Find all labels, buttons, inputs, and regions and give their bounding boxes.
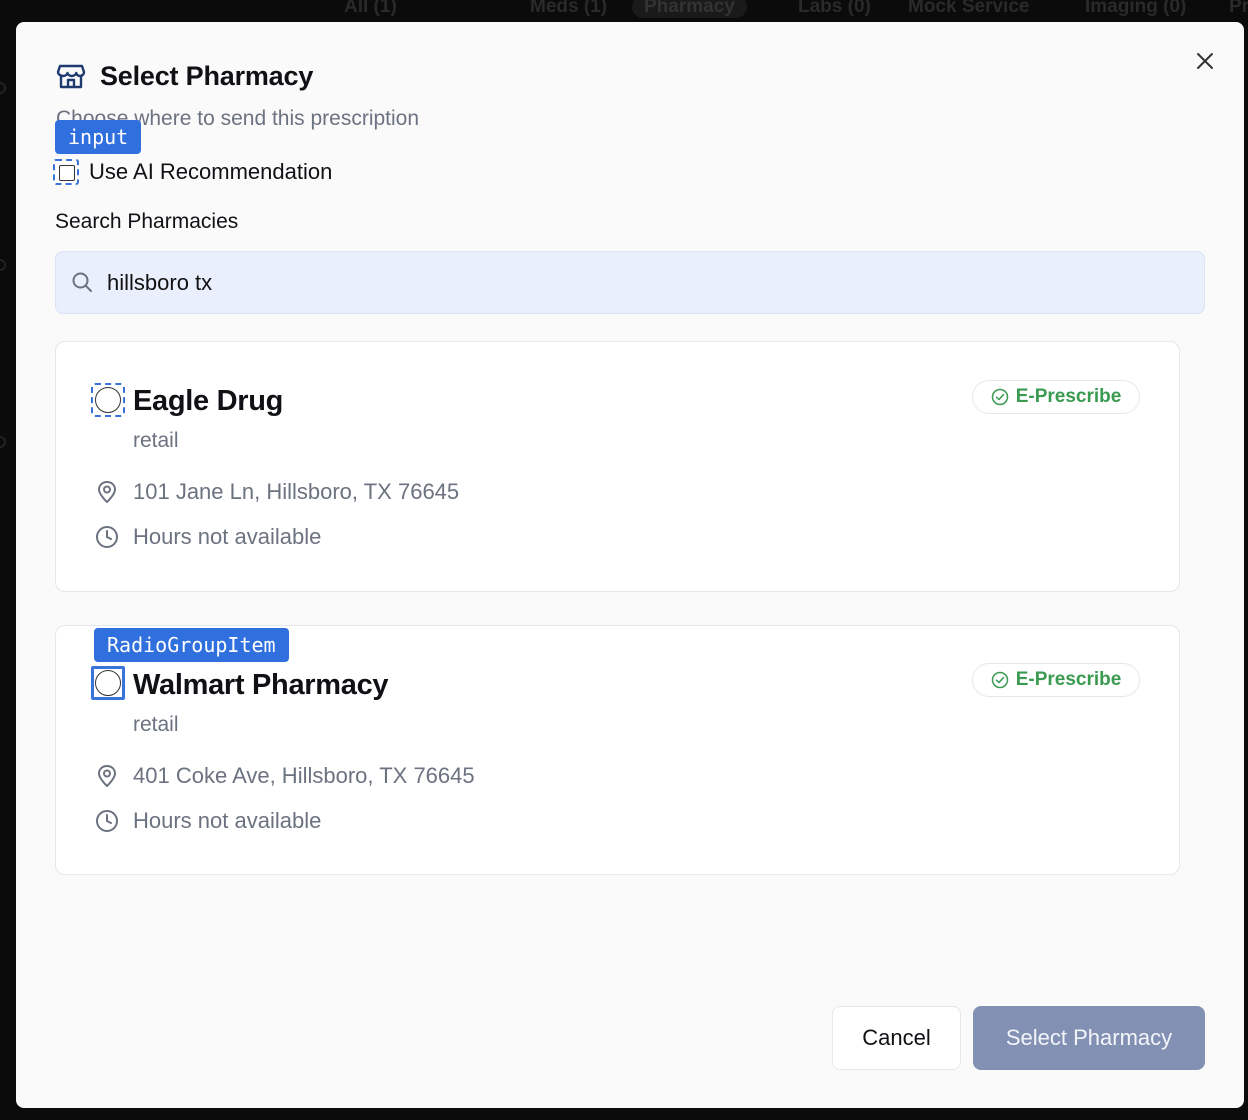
debug-tag-radio-group-item: RadioGroupItem [94,628,289,662]
dialog-header: Select Pharmacy [55,60,313,92]
background-tab-strip: All (1) Meds (1) Pharmacy Labs (0) Mock … [0,0,1248,22]
background-tab: Mock Service [908,0,1030,17]
close-icon [1197,53,1213,69]
e-prescribe-badge: E-Prescribe [972,663,1140,697]
search-field[interactable] [55,251,1205,314]
e-prescribe-badge: E-Prescribe [972,380,1140,414]
background-tab: Imaging (0) [1085,0,1187,17]
ai-recommendation-checkbox[interactable] [53,159,79,185]
background-icon [0,436,6,448]
pharmacy-card-eagle-drug[interactable]: Eagle Drug retail E-Prescribe 101 Jane L… [55,341,1180,592]
map-pin-icon [98,481,116,503]
pharmacy-type: retail [133,713,179,736]
pharmacy-name: Eagle Drug [133,385,284,417]
badge-label: E-Prescribe [1015,386,1122,407]
background-tab: Labs (0) [798,0,871,17]
check-circle-icon [991,671,1008,689]
dialog-title: Select Pharmacy [100,60,314,91]
store-icon [56,64,86,89]
pharmacy-type: retail [133,429,179,452]
pharmacy-address: 101 Jane Ln, Hillsboro, TX 76645 [133,479,460,504]
pharmacy-hours: Hours not available [133,524,322,549]
clock-icon [96,810,118,832]
background-tab: Pr [1229,0,1248,17]
background-tab-active: Pharmacy [632,0,747,18]
radio-circle [95,387,121,413]
search-input[interactable] [107,264,1187,302]
pharmacy-address-row: 101 Jane Ln, Hillsboro, TX 76645 [94,479,459,505]
search-icon [72,272,92,292]
pharmacy-address-row: 401 Coke Ave, Hillsboro, TX 76645 [94,763,475,789]
ai-recommendation-label: Use AI Recommendation [89,159,333,184]
search-label: Search Pharmacies [55,210,239,233]
check-circle-icon [991,388,1008,406]
select-pharmacy-dialog: Select Pharmacy Choose where to send thi… [16,22,1244,1108]
background-tab: All (1) [344,0,397,17]
pharmacy-address: 401 Coke Ave, Hillsboro, TX 76645 [133,763,475,788]
pharmacy-name: Walmart Pharmacy [133,669,389,701]
select-pharmacy-button[interactable]: Select Pharmacy [973,1006,1205,1070]
debug-tag-input: input [55,120,142,154]
cancel-button[interactable]: Cancel [832,1006,961,1070]
background-icon [0,82,6,94]
background-icon [0,259,6,271]
background-tab: Meds (1) [530,0,608,17]
map-pin-icon [98,765,116,787]
badge-label: E-Prescribe [1015,669,1122,690]
pharmacy-card-walmart-pharmacy[interactable]: Walmart Pharmacy retail E-Prescribe 401 … [55,625,1180,875]
pharmacy-hours-row: Hours not available [94,524,321,550]
pharmacy-radio[interactable] [91,666,125,700]
clock-icon [96,526,118,548]
pharmacy-hours-row: Hours not available [94,808,321,834]
pharmacy-radio[interactable] [91,383,125,417]
close-button[interactable] [1194,50,1216,72]
radio-circle [95,670,121,696]
pharmacy-hours: Hours not available [133,808,322,833]
ai-recommendation-row[interactable]: Use AI Recommendation [53,159,332,185]
